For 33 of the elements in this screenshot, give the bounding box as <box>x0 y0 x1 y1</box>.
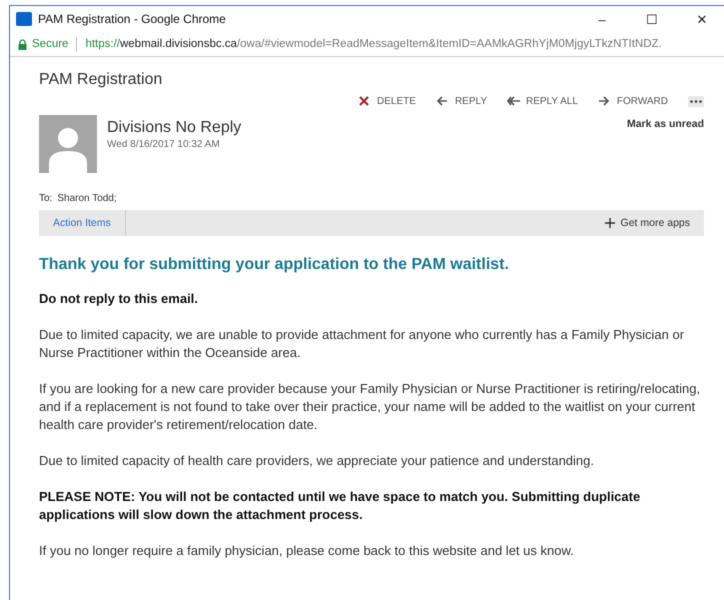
window-title: PAM Registration - Google Chrome <box>38 12 227 26</box>
sent-date: Wed 8/16/2017 10:32 AM <box>107 139 221 150</box>
lock-icon <box>18 38 27 50</box>
more-icon[interactable] <box>688 96 704 106</box>
reply-all-button[interactable]: REPLY ALL <box>507 95 578 107</box>
action-items-tab[interactable]: Action Items <box>39 210 126 236</box>
forward-button[interactable]: FORWARD <box>598 95 668 107</box>
left-arrow-icon <box>436 95 449 107</box>
message-paragraph: If you no longer require a family physician, please come back to this website and let us know. <box>39 542 575 560</box>
message-heading: Thank you for submitting your application to the PAM waitlist. <box>39 256 510 274</box>
close-icon <box>358 95 372 107</box>
message-paragraph: Due to limited capacity, we are unable to provide attachment for anyone who currently has a Family Physician or Nurse Practitioner within the Oceanside area. <box>39 326 686 362</box>
delete-button[interactable]: DELETE <box>358 95 416 107</box>
message-paragraph: Do not reply to this email. <box>39 290 199 308</box>
recipient-name[interactable]: Sharon Todd; <box>57 193 117 204</box>
url-field[interactable]: https://webmail.divisionsbc.ca/owa/#viewmodel=ReadMessageItem&ItemID=AAMkAGRhYjM0MjgyLTkzNTItNDZ. <box>85 38 662 50</box>
secure-label: Secure <box>32 38 68 50</box>
plus-icon <box>604 218 615 228</box>
message-paragraph: If you are looking for a new care provider because your Family Physician or Nurse Practitioner is retiring/relocating, and if a replacement is not found to take over their practice, your name will be added to the waitlist on your current health care provider's retirement/relocation date. <box>39 380 702 434</box>
mark-unread-link[interactable]: Mark as unread <box>626 118 704 130</box>
window-control[interactable]: ✕ <box>680 12 724 26</box>
reply-button[interactable]: REPLY <box>436 95 487 107</box>
get-more-apps-button[interactable]: Get more apps <box>604 217 704 229</box>
message-subject: PAM Registration <box>39 71 164 89</box>
to-label: To: <box>39 193 52 204</box>
double-left-arrow-icon <box>507 95 520 107</box>
sender-name: Divisions No Reply <box>107 119 242 137</box>
right-arrow-icon <box>598 95 611 107</box>
app-icon <box>16 12 32 26</box>
message-paragraph: PLEASE NOTE: You will not be contacted until we have space to match you. Submitting duplicate applications will slow down the attachment process. <box>39 488 642 524</box>
message-paragraph: Due to limited capacity of health care providers, we appreciate your patience and understanding. <box>39 452 595 470</box>
window-control[interactable]: ☐ <box>630 12 674 26</box>
window-control[interactable]: – <box>580 12 624 26</box>
